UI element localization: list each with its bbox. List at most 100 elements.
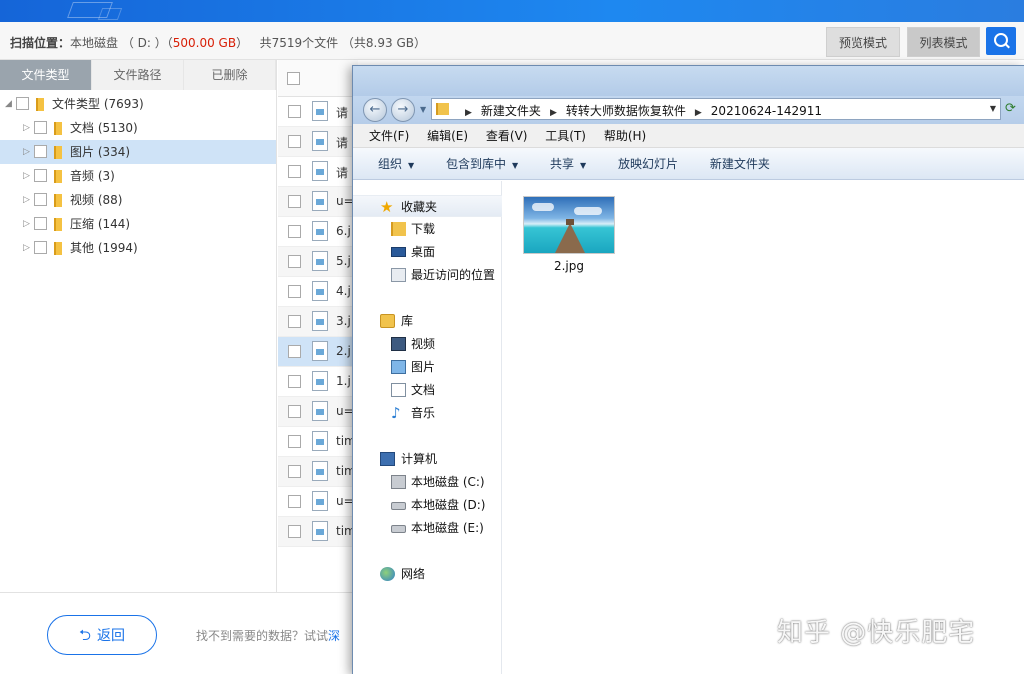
expand-arrow-icon[interactable]: ▷: [23, 140, 30, 164]
nav-favorites[interactable]: ★ 收藏夹: [353, 195, 502, 217]
checkbox[interactable]: [288, 105, 301, 118]
search-button[interactable]: [986, 27, 1016, 55]
file-row[interactable]: u=: [278, 187, 358, 217]
file-row[interactable]: u=: [278, 397, 358, 427]
nav-drive-d[interactable]: 本地磁盘 (D:): [353, 494, 502, 516]
nav-drive-c[interactable]: 本地磁盘 (C:): [353, 471, 502, 493]
breadcrumb-item[interactable]: 转转大师数据恢复软件: [566, 104, 686, 118]
tree-item-archive[interactable]: ▷ 压缩 (144): [0, 212, 276, 236]
nav-pictures[interactable]: 图片: [353, 356, 502, 378]
checkbox[interactable]: [288, 255, 301, 268]
history-dropdown-icon[interactable]: ▼: [420, 105, 426, 114]
address-dropdown-icon[interactable]: ▼: [990, 104, 996, 113]
checkbox[interactable]: [288, 525, 301, 538]
file-row[interactable]: 请: [278, 97, 358, 127]
file-row[interactable]: 6.j: [278, 217, 358, 247]
new-folder-button[interactable]: 新建文件夹: [710, 148, 770, 180]
expand-arrow-icon[interactable]: ▷: [23, 164, 30, 188]
menu-file[interactable]: 文件(F): [369, 124, 409, 148]
checkbox[interactable]: [288, 495, 301, 508]
menu-view[interactable]: 查看(V): [486, 124, 528, 148]
back-nav-button[interactable]: ←: [363, 98, 387, 122]
checkbox[interactable]: [288, 315, 301, 328]
list-mode-button[interactable]: 列表模式: [907, 27, 980, 57]
refresh-icon[interactable]: ⟳: [1005, 101, 1016, 116]
file-row[interactable]: 请: [278, 127, 358, 157]
address-bar[interactable]: ▶ 新建文件夹 ▶ 转转大师数据恢复软件 ▶ 20210624-142911 ▼: [431, 98, 1001, 120]
nav-desktop[interactable]: 桌面: [353, 241, 502, 263]
file-row[interactable]: tim: [278, 517, 358, 547]
file-row[interactable]: 1.j: [278, 367, 358, 397]
tree-item-other[interactable]: ▷ 其他 (1994): [0, 236, 276, 260]
file-row[interactable]: 3.j: [278, 307, 358, 337]
checkbox[interactable]: [34, 169, 47, 182]
nav-videos[interactable]: 视频: [353, 333, 502, 355]
forward-nav-button[interactable]: →: [391, 98, 415, 122]
checkbox[interactable]: [288, 405, 301, 418]
nav-documents[interactable]: 文档: [353, 379, 502, 401]
checkbox[interactable]: [288, 165, 301, 178]
nav-drive-e[interactable]: 本地磁盘 (E:): [353, 517, 502, 539]
menu-tools[interactable]: 工具(T): [545, 124, 586, 148]
checkbox[interactable]: [288, 195, 301, 208]
chevron-right-icon[interactable]: ▶: [695, 108, 702, 118]
expand-arrow-icon[interactable]: ▷: [23, 116, 30, 140]
checkbox[interactable]: [16, 97, 29, 110]
breadcrumb-item[interactable]: 新建文件夹: [481, 104, 541, 118]
explorer-title-bar[interactable]: [353, 66, 1024, 96]
menu-edit[interactable]: 编辑(E): [427, 124, 468, 148]
menu-help[interactable]: 帮助(H): [604, 124, 646, 148]
nav-music[interactable]: ♪ 音乐: [353, 402, 502, 424]
expand-arrow-icon[interactable]: ▷: [23, 236, 30, 260]
tree-item-root[interactable]: ◢ 文件类型 (7693): [0, 92, 276, 116]
nav-network[interactable]: 网络: [353, 563, 502, 585]
expand-arrow-icon[interactable]: ▷: [23, 188, 30, 212]
tree-item-pictures[interactable]: ▷ 图片 (334): [0, 140, 276, 164]
collapse-arrow-icon[interactable]: ◢: [5, 92, 12, 116]
file-row[interactable]: 5.j: [278, 247, 358, 277]
file-row[interactable]: tim: [278, 457, 358, 487]
tab-deleted[interactable]: 已删除: [184, 60, 276, 90]
share-button[interactable]: 共享 ▼: [550, 148, 586, 182]
file-row[interactable]: u=: [278, 487, 358, 517]
image-file-icon: [312, 311, 328, 331]
checkbox[interactable]: [288, 375, 301, 388]
tab-file-type[interactable]: 文件类型: [0, 60, 92, 90]
checkbox[interactable]: [34, 241, 47, 254]
expand-arrow-icon[interactable]: ▷: [23, 212, 30, 236]
chevron-right-icon[interactable]: ▶: [465, 108, 472, 118]
nav-computer[interactable]: 计算机: [353, 448, 502, 470]
file-row[interactable]: 4.j: [278, 277, 358, 307]
checkbox[interactable]: [288, 435, 301, 448]
nav-libraries[interactable]: 库: [353, 310, 502, 332]
checkbox[interactable]: [288, 225, 301, 238]
nav-downloads[interactable]: 下载: [353, 218, 502, 240]
file-row[interactable]: 2.j: [278, 337, 358, 367]
checkbox[interactable]: [288, 135, 301, 148]
breadcrumb-item[interactable]: 20210624-142911: [711, 104, 822, 118]
organize-button[interactable]: 组织 ▼: [378, 148, 414, 182]
nav-recent-places[interactable]: 最近访问的位置: [353, 264, 502, 286]
tree-item-video[interactable]: ▷ 视频 (88): [0, 188, 276, 212]
checkbox[interactable]: [34, 217, 47, 230]
file-row[interactable]: 请: [278, 157, 358, 187]
chevron-right-icon[interactable]: ▶: [550, 108, 557, 118]
slideshow-button[interactable]: 放映幻灯片: [618, 148, 678, 180]
file-name-label[interactable]: 2.jpg: [523, 259, 615, 273]
tab-file-path[interactable]: 文件路径: [92, 60, 184, 90]
file-row[interactable]: tim: [278, 427, 358, 457]
preview-mode-button[interactable]: 预览模式: [826, 27, 900, 57]
checkbox[interactable]: [288, 285, 301, 298]
checkbox[interactable]: [34, 193, 47, 206]
tree-item-audio[interactable]: ▷ 音频 (3): [0, 164, 276, 188]
checkbox[interactable]: [34, 145, 47, 158]
select-all-checkbox[interactable]: [287, 72, 300, 85]
back-button[interactable]: ⮌ 返回: [47, 615, 157, 655]
deep-scan-link[interactable]: 深: [328, 629, 340, 643]
checkbox[interactable]: [34, 121, 47, 134]
checkbox[interactable]: [288, 465, 301, 478]
checkbox[interactable]: [288, 345, 301, 358]
image-thumbnail[interactable]: [523, 196, 615, 254]
include-in-library-button[interactable]: 包含到库中 ▼: [446, 148, 518, 182]
tree-item-documents[interactable]: ▷ 文档 (5130): [0, 116, 276, 140]
